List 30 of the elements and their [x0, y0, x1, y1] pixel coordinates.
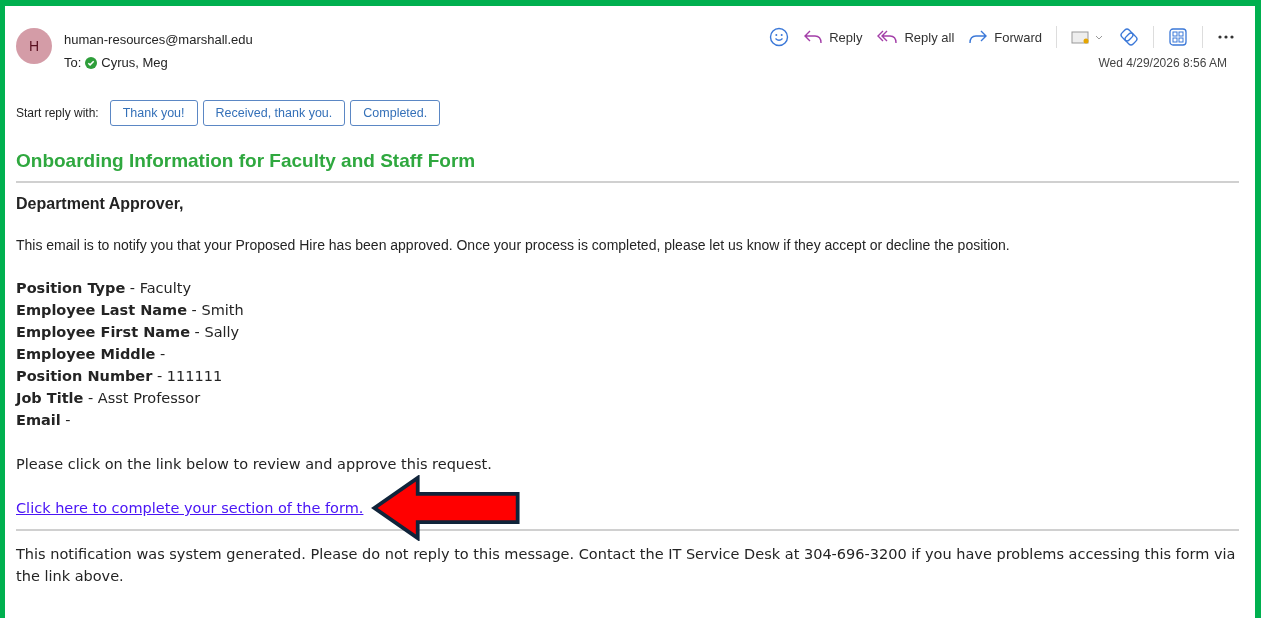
- sender-avatar: H: [16, 28, 52, 64]
- form-field-line: Position Number - 111111: [16, 367, 224, 386]
- intro-paragraph: This email is to notify you that your Proposed Hire has been approved. Once your process is completed, please let us know if they accept or decline the position.: [16, 237, 1011, 253]
- quick-reply-label: Start reply with:: [16, 106, 99, 120]
- reply-icon: [803, 29, 824, 45]
- quick-reply-button[interactable]: Thank you!: [109, 100, 198, 126]
- quick-reply-button[interactable]: Completed.: [350, 100, 441, 126]
- recipient-name: Cyrus, Meg: [101, 55, 168, 70]
- form-field-line: Employee Last Name - Smith: [16, 301, 245, 320]
- reply-all-button[interactable]: Reply all: [872, 26, 959, 48]
- form-field-line: Employee Middle -: [16, 345, 167, 364]
- instruction-text: Please click on the link below to review and approve this request.: [16, 455, 493, 474]
- reply-all-icon: [876, 29, 899, 45]
- forward-button[interactable]: Forward: [964, 26, 1046, 48]
- form-link[interactable]: Click here to complete your section of the form.: [16, 500, 364, 516]
- greeting: Department Approver,: [16, 195, 185, 213]
- reply-button[interactable]: Reply: [799, 26, 867, 48]
- forward-icon: [968, 29, 989, 45]
- sent-date: Wed 4/29/2026 8:56 AM: [1098, 56, 1227, 70]
- form-field-line: Employee First Name - Sally: [16, 323, 241, 342]
- form-field-line: Job Title - Asst Professor: [16, 389, 202, 408]
- quick-reply-button[interactable]: Received, thank you.: [202, 100, 346, 126]
- footer-notice: This notification was system generated. Please do not reply to this message. Contact the IT Service Desk at 304-696-3200 if you have problems accessing this form via the link above.: [16, 545, 1237, 586]
- to-label: To:: [64, 55, 82, 70]
- check-icon: [85, 56, 98, 69]
- sender-address: human-resources@marshall.edu: [64, 32, 253, 47]
- form-field-line: Position Type - Faculty: [16, 279, 193, 298]
- form-field-line: Email -: [16, 411, 72, 430]
- email-title: Onboarding Information for Faculty and Staff Form: [16, 150, 477, 172]
- more-icon: [1217, 34, 1235, 40]
